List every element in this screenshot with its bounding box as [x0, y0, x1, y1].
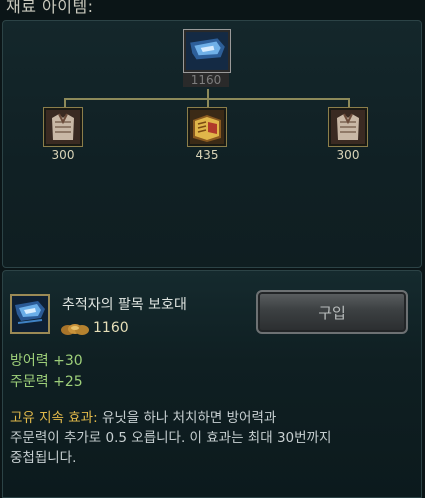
- item-frame: [328, 107, 368, 147]
- wrist-guard-icon: [12, 296, 48, 332]
- item-price: 1160: [183, 73, 229, 87]
- item-price: 300: [51, 148, 75, 162]
- passive-text: 중첩됩니다.: [10, 450, 77, 466]
- passive-text: 주문력이 추가로 0.5 오릅니다. 이 효과는 최대 30번까지: [10, 430, 332, 446]
- gold-coins-icon: [61, 324, 89, 335]
- item-price: 300: [336, 148, 360, 162]
- item-cost: 1160: [93, 320, 129, 336]
- stat-armor: 방어력 +30: [10, 353, 83, 369]
- recipe-result-item[interactable]: 1160: [183, 29, 231, 87]
- passive-label: 고유 지속 효과:: [10, 410, 98, 426]
- item-frame: [183, 29, 231, 73]
- materials-heading: 재료 아이템:: [6, 0, 94, 16]
- item-name: 추적자의 팔목 보호대: [62, 297, 187, 313]
- passive-description: 고유 지속 효과: 유닛을 하나 처치하면 방어력과 주문력이 추가로 0.5 …: [10, 408, 410, 468]
- passive-text: 유닛을 하나 처치하면 방어력과: [97, 410, 277, 426]
- spellbook-icon: [190, 110, 224, 144]
- item-frame: [43, 107, 83, 147]
- cloth-armor-icon: [331, 110, 365, 144]
- cloth-armor-icon: [46, 110, 80, 144]
- recipe-component-item[interactable]: 300: [43, 107, 83, 162]
- wrist-guard-icon: [186, 32, 228, 70]
- stat-ability-power: 주문력 +25: [10, 374, 83, 390]
- buy-button[interactable]: 구입: [256, 290, 408, 334]
- item-frame: [187, 107, 227, 147]
- recipe-component-item[interactable]: 300: [328, 107, 368, 162]
- item-detail-icon: [10, 294, 50, 334]
- recipe-component-item[interactable]: 435: [187, 107, 227, 162]
- item-price: 435: [195, 148, 219, 162]
